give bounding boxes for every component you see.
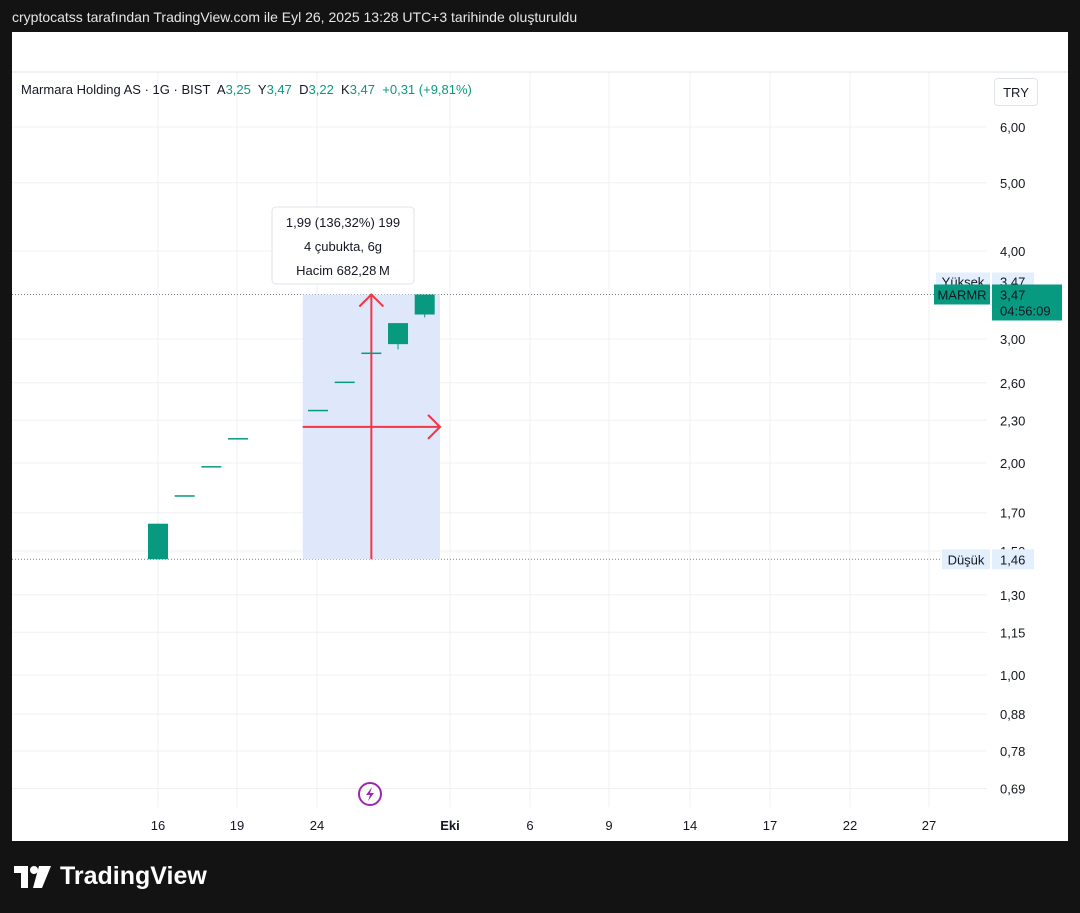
price-tick-label: 0,69 [1000, 781, 1025, 796]
time-tick-label: 27 [922, 818, 936, 833]
tradingview-logo: TradingView [14, 862, 207, 891]
brand-name: TradingView [60, 862, 207, 890]
price-markers: Yüksek 3,47MARMR 3,4704:56:09Düşük 1,46 [934, 272, 1062, 570]
time-axis: 16 19 24 Eki 6 9 14 17 22 27 [151, 818, 936, 833]
price-tick-label: 0,88 [1000, 707, 1025, 722]
price-tick-label: 1,70 [1000, 506, 1025, 521]
price-chart[interactable]: 6,005,004,003,002,602,302,001,701,501,30… [12, 32, 1068, 841]
tradingview-logo-icon [14, 865, 51, 888]
low-value: 3,22 [308, 82, 334, 97]
open-label: A [216, 82, 226, 97]
snapshot-caption: cryptocatss tarafından TradingView.com i… [12, 9, 578, 25]
event-icon [358, 782, 382, 806]
separator: · [144, 82, 149, 97]
candle-body [361, 352, 382, 355]
price-tick-label: 2,30 [1000, 413, 1025, 428]
price-tick-label: 1,00 [1000, 668, 1025, 683]
time-tick-label: 16 [151, 818, 165, 833]
separator: · [173, 82, 178, 97]
high-value: 3,47 [266, 82, 292, 97]
candle-body [334, 381, 355, 384]
price-tick-label: 3,00 [1000, 332, 1025, 347]
candle [361, 352, 382, 355]
candle [174, 495, 195, 497]
candle [228, 438, 249, 440]
price-tick-label: 1,30 [1000, 588, 1025, 603]
time-tick-label: Eki [440, 818, 460, 833]
candle-body [414, 294, 435, 315]
candle-body [174, 495, 195, 497]
time-tick-label: 6 [526, 818, 533, 833]
candle [414, 294, 435, 318]
measure-tool [302, 293, 442, 560]
close-label: K [341, 82, 350, 97]
candle [148, 523, 168, 560]
close-value: 3,47 [349, 82, 376, 97]
time-tick-label: 22 [843, 818, 857, 833]
tooltip-bars: 4 çubukta, 6g [304, 239, 382, 254]
time-tick-label: 17 [763, 818, 777, 833]
symbol-name[interactable]: Marmara Holding AS [21, 82, 141, 97]
time-tick-label: 14 [683, 818, 697, 833]
time-tick-label: 24 [310, 818, 324, 833]
time-tick-label: 9 [605, 818, 612, 833]
measure-tooltip: 1,99 (136,32%) 199 4 çubukta, 6g Hacim 682… [271, 206, 415, 285]
price-tick-label: 5,00 [1000, 176, 1025, 191]
price-axis: 6,005,004,003,002,602,302,001,701,501,30… [1000, 120, 1025, 796]
currency-button[interactable]: TRY [994, 78, 1038, 106]
price-tick-label: 6,00 [1000, 120, 1025, 135]
chart-frame[interactable]: 6,005,004,003,002,602,302,001,701,501,30… [12, 32, 1068, 841]
price-tick-label: 2,60 [1000, 376, 1025, 391]
change-value: +0,31 (+9,81%) [382, 82, 472, 97]
low-value: 1,46 [1000, 552, 1025, 567]
symbol-tag: MARMR [937, 287, 986, 302]
candle-body [148, 523, 168, 560]
tooltip-change: 1,99 (136,32%) 199 [286, 215, 400, 230]
price-tick-label: 1,15 [1000, 625, 1025, 640]
symbol-legend[interactable]: Marmara Holding AS · 1G · BIST A3,25 Y3,… [21, 82, 472, 97]
candle-body [201, 466, 222, 468]
low-label: D [299, 82, 309, 97]
tooltip-volume: Hacim 682,28 M [296, 263, 390, 278]
interval[interactable]: 1G [153, 82, 170, 97]
price-tick-label: 0,78 [1000, 744, 1025, 759]
candle-body [228, 438, 249, 440]
price-tick-label: 4,00 [1000, 244, 1025, 259]
candle [201, 466, 222, 468]
candle-body [388, 323, 409, 345]
low-label: Düşük [948, 552, 985, 567]
time-tick-label: 19 [230, 818, 244, 833]
exchange: BIST [181, 82, 211, 97]
open-value: 3,25 [225, 82, 251, 97]
chart-grid [12, 71, 1068, 807]
candle-body [308, 409, 329, 412]
candle [334, 381, 355, 384]
candle [308, 409, 329, 412]
high-label: Y [257, 82, 267, 97]
last-price-value: 3,47 [1000, 287, 1025, 302]
price-tick-label: 2,00 [1000, 456, 1025, 471]
bar-countdown: 04:56:09 [1000, 303, 1051, 318]
